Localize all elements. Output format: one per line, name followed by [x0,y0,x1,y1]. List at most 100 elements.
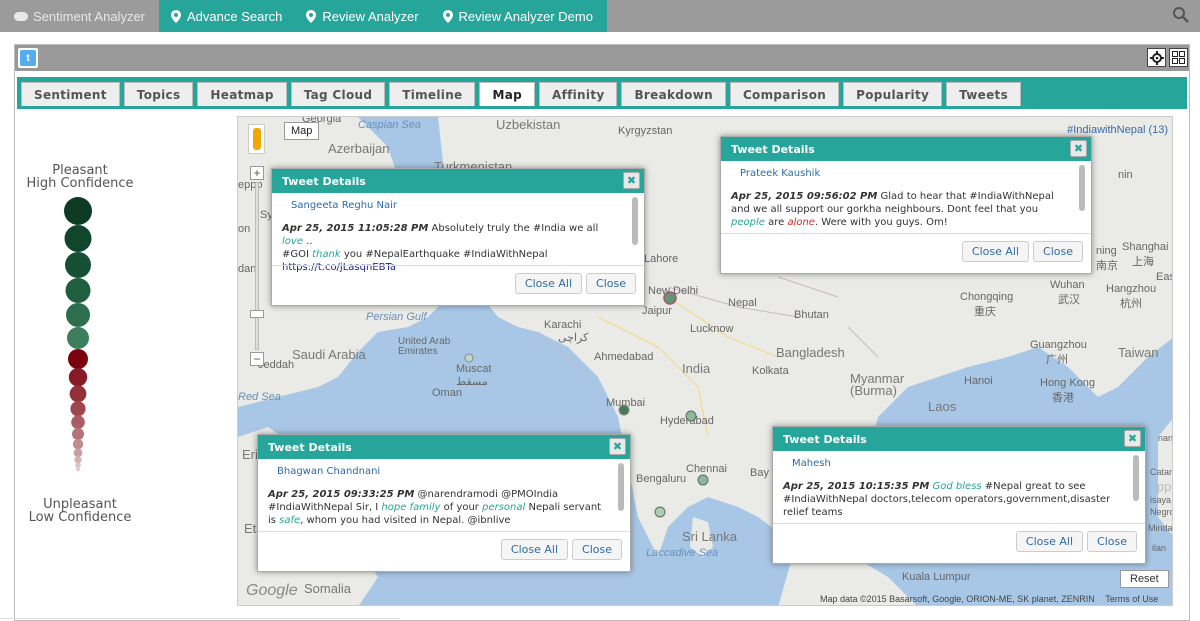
close-button[interactable]: Close [1033,241,1083,262]
close-all-button[interactable]: Close All [500,539,569,560]
popup-body: Bhagwan Chandnani Apr 25, 2015 09:33:25 … [258,459,630,527]
tweet-span: #GOI [282,249,313,260]
legend-dot [72,428,84,440]
legend-dot [66,303,90,327]
tweet-date: Apr 25, 2015 09:56:02 PM [731,191,878,202]
tweet-span: , whom you had visited in Nepal. @ibnliv… [300,515,511,526]
tweet-span: you #NepalEarthquake #IndiaWithNepal [340,249,548,260]
tab-breakdown[interactable]: Breakdown [621,82,726,106]
zoom-in-button[interactable]: + [250,166,264,180]
google-logo: Google [246,582,298,599]
popup-scrollbar[interactable] [618,463,624,511]
tweet-span: are [764,217,788,228]
tweet-marker[interactable] [697,474,709,486]
zoom-slider[interactable] [255,182,259,350]
tweet-marker[interactable] [654,506,666,518]
nav-review-analyzer[interactable]: Review Analyzer [294,0,431,32]
popup-buttons: Close All Close [514,273,636,294]
tab-popularity[interactable]: Popularity [843,82,943,106]
tweet-popup-2: Tweet Details ✖ Prateek Kaushik Apr 25, … [720,136,1092,274]
tweet-user[interactable]: Bhagwan Chandnani [268,465,620,478]
search-icon[interactable] [1172,6,1190,24]
positive-word: people [731,217,765,228]
legend-dot [74,456,82,464]
legend-dot [72,439,84,450]
popup-divider [272,265,644,266]
reset-button[interactable]: Reset [1120,570,1169,588]
popup-title: Tweet Details [282,175,366,188]
tweet-user[interactable]: Mahesh [783,457,1135,470]
tweet-marker[interactable] [663,291,677,305]
positive-word: safe [279,515,301,526]
tab-heatmap[interactable]: Heatmap [197,82,287,106]
tweet-marker[interactable] [685,410,697,422]
close-all-button[interactable]: Close All [961,241,1030,262]
popup-header: Tweet Details ✖ [773,427,1145,451]
nav-label: Review Analyzer [322,8,419,24]
tab-tweets[interactable]: Tweets [946,82,1022,106]
close-icon[interactable]: ✖ [1070,140,1087,157]
zoom-control: + − [250,166,264,370]
tweet-user[interactable]: Sangeeta Reghu Nair [282,199,634,212]
legend-bottom-label: Unpleasant Low Confidence [20,498,140,524]
tweet-text: Apr 25, 2015 09:33:25 PM @narendramodi @… [268,488,620,527]
popup-scrollbar[interactable] [1079,165,1085,211]
close-button[interactable]: Close [586,273,636,294]
tweet-span: of your [440,502,483,513]
tweet-marker[interactable] [464,353,474,363]
pegman-icon[interactable] [248,124,265,154]
popup-body: Mahesh Apr 25, 2015 10:15:35 PM God bles… [773,451,1145,519]
popup-divider [258,531,630,532]
settings-button[interactable] [1147,48,1166,67]
close-all-button[interactable]: Close All [514,273,583,294]
nav-review-analyzer-demo[interactable]: Review Analyzer Demo [430,0,607,32]
legend-dot [70,401,86,417]
footer-divider [0,618,400,619]
close-button[interactable]: Close [572,539,622,560]
close-icon[interactable]: ✖ [623,172,640,189]
close-icon[interactable]: ✖ [1124,430,1141,447]
tab-timeline[interactable]: Timeline [389,82,476,106]
close-icon[interactable]: ✖ [609,438,626,455]
tab-bar: Sentiment Topics Heatmap Tag Cloud Timel… [17,77,1187,109]
close-button[interactable]: Close [1087,531,1137,552]
tweet-marker[interactable] [618,404,630,416]
tweet-date: Apr 25, 2015 10:15:35 PM [783,481,930,492]
tweet-date: Apr 25, 2015 09:33:25 PM [268,489,415,500]
tab-tag-cloud[interactable]: Tag Cloud [290,82,386,106]
tab-map[interactable]: Map [479,82,536,106]
positive-word: hope family [381,502,441,513]
legend-dot [69,385,87,403]
popup-header: Tweet Details ✖ [721,137,1091,161]
map-type-button[interactable]: Map [284,122,320,140]
map-pin-icon [171,9,182,23]
zoom-out-button[interactable]: − [250,352,264,366]
zoom-slider-handle[interactable] [250,310,264,318]
popup-title: Tweet Details [783,433,867,446]
popup-scrollbar[interactable] [632,197,638,245]
legend-dot [73,448,83,458]
nav-label: Review Analyzer Demo [458,8,593,24]
negative-word: alone [787,217,815,228]
tweet-user[interactable]: Prateek Kaushik [731,167,1081,180]
nav-advance-search[interactable]: Advance Search [159,0,295,32]
tweet-text: Apr 25, 2015 10:15:35 PM God bless #Nepa… [783,480,1135,519]
tweet-span: .. [302,236,313,247]
legend-dot [67,327,89,349]
legend-dot [68,349,88,369]
tab-affinity[interactable]: Affinity [539,82,618,106]
legend-dot [75,467,81,472]
tweet-link[interactable]: https://t.co/jLasqnEBTa [282,262,396,273]
tab-comparison[interactable]: Comparison [729,82,840,106]
legend-dot [65,252,91,278]
fullscreen-button[interactable] [1169,48,1188,67]
positive-word: love [282,236,303,247]
popup-body: Sangeeta Reghu Nair Apr 25, 2015 11:05:2… [272,193,644,274]
gear-icon [1149,50,1164,65]
legend-low-confidence: Low Confidence [28,510,132,525]
close-all-button[interactable]: Close All [1015,531,1084,552]
terms-link[interactable]: Terms of Use [1105,594,1158,604]
popup-buttons: Close All Close [500,539,622,560]
popup-divider [721,233,1091,234]
popup-scrollbar[interactable] [1133,455,1139,501]
